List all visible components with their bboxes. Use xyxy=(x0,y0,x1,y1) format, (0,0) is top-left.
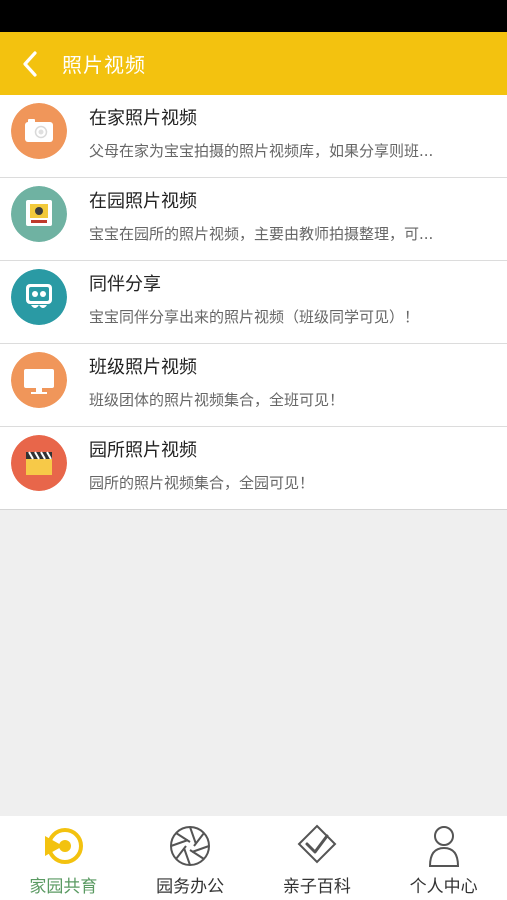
list-item-peer-share[interactable]: 同伴分享 宝宝同伴分享出来的照片视频（班级同学可见）！ xyxy=(0,261,507,344)
album-list: 在家照片视频 父母在家为宝宝拍摄的照片视频库，如果分享则班... 在园照片视频 … xyxy=(0,95,507,510)
tab-label: 个人中心 xyxy=(409,877,478,897)
tab-label: 园务办公 xyxy=(156,877,225,897)
app-header: 照片视频 xyxy=(0,32,507,95)
list-item-kindergarten-photos[interactable]: 园所照片视频 园所的照片视频集合，全园可见！ xyxy=(0,427,507,510)
monitor-icon xyxy=(11,352,67,408)
tab-label: 家园共育 xyxy=(29,877,98,897)
item-description: 班级团体的照片视频集合，全班可见！ xyxy=(89,391,345,409)
share-icon xyxy=(11,269,67,325)
person-icon xyxy=(428,826,459,867)
item-description: 父母在家为宝宝拍摄的照片视频库，如果分享则班... xyxy=(89,142,434,160)
tab-office[interactable]: 园务办公 xyxy=(127,816,254,900)
check-badge-icon xyxy=(297,824,337,864)
tab-profile[interactable]: 个人中心 xyxy=(380,816,507,900)
item-title: 园所照片视频 xyxy=(89,440,197,461)
tab-label: 亲子百科 xyxy=(282,877,351,897)
item-title: 在园照片视频 xyxy=(89,191,197,212)
list-item-home-photos[interactable]: 在家照片视频 父母在家为宝宝拍摄的照片视频库，如果分享则班... xyxy=(0,95,507,178)
tab-home-school[interactable]: 家园共育 xyxy=(0,816,127,900)
item-description: 宝宝在园所的照片视频，主要由教师拍摄整理，可... xyxy=(89,225,434,243)
bottom-tab-bar: 家园共育 园务办公 亲子百科 个人中心 xyxy=(0,816,507,900)
item-title: 在家照片视频 xyxy=(89,108,197,129)
status-bar xyxy=(0,0,507,32)
item-title: 班级照片视频 xyxy=(89,357,197,378)
item-description: 园所的照片视频集合，全园可见！ xyxy=(89,474,315,492)
list-item-school-photos[interactable]: 在园照片视频 宝宝在园所的照片视频，主要由教师拍摄整理，可... xyxy=(0,178,507,261)
item-title: 同伴分享 xyxy=(89,274,161,295)
clapper-icon xyxy=(11,435,67,491)
back-button[interactable] xyxy=(0,32,62,95)
chevron-left-icon xyxy=(23,50,37,77)
item-description: 宝宝同伴分享出来的照片视频（班级同学可见）！ xyxy=(89,308,420,326)
camera-icon xyxy=(11,103,67,159)
polaroid-icon xyxy=(11,186,67,242)
list-item-class-photos[interactable]: 班级照片视频 班级团体的照片视频集合，全班可见！ xyxy=(0,344,507,427)
tab-encyclopedia[interactable]: 亲子百科 xyxy=(254,816,381,900)
aperture-icon xyxy=(170,826,211,866)
page-title: 照片视频 xyxy=(62,53,146,77)
home-school-icon xyxy=(45,828,84,864)
